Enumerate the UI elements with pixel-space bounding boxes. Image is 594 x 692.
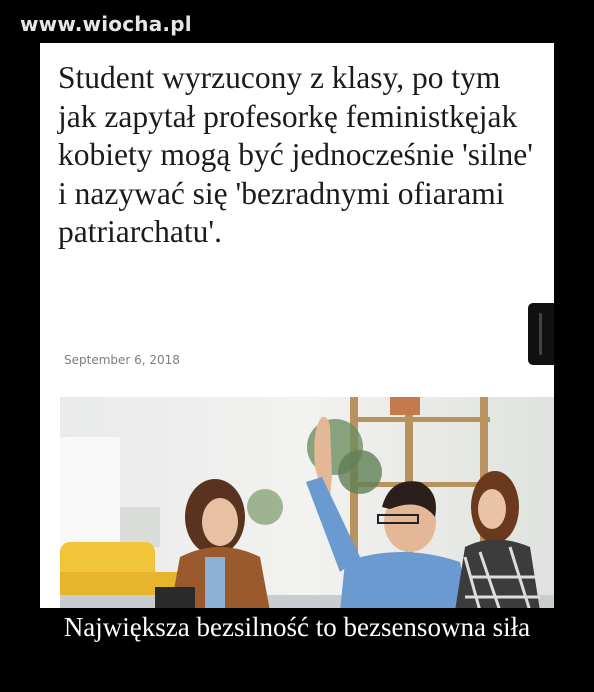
- article-headline: Student wyrzucony z klasy, po tym jak za…: [58, 60, 533, 249]
- classroom-photo: [60, 397, 554, 608]
- scrollbar-handle[interactable]: [528, 303, 554, 365]
- article-card: Student wyrzucony z klasy, po tym jak za…: [40, 43, 554, 608]
- article-date: September 6, 2018: [64, 353, 180, 367]
- site-watermark: www.wiocha.pl: [20, 12, 192, 36]
- meme-caption: Największa bezsilność to bezsensowna sił…: [63, 612, 531, 642]
